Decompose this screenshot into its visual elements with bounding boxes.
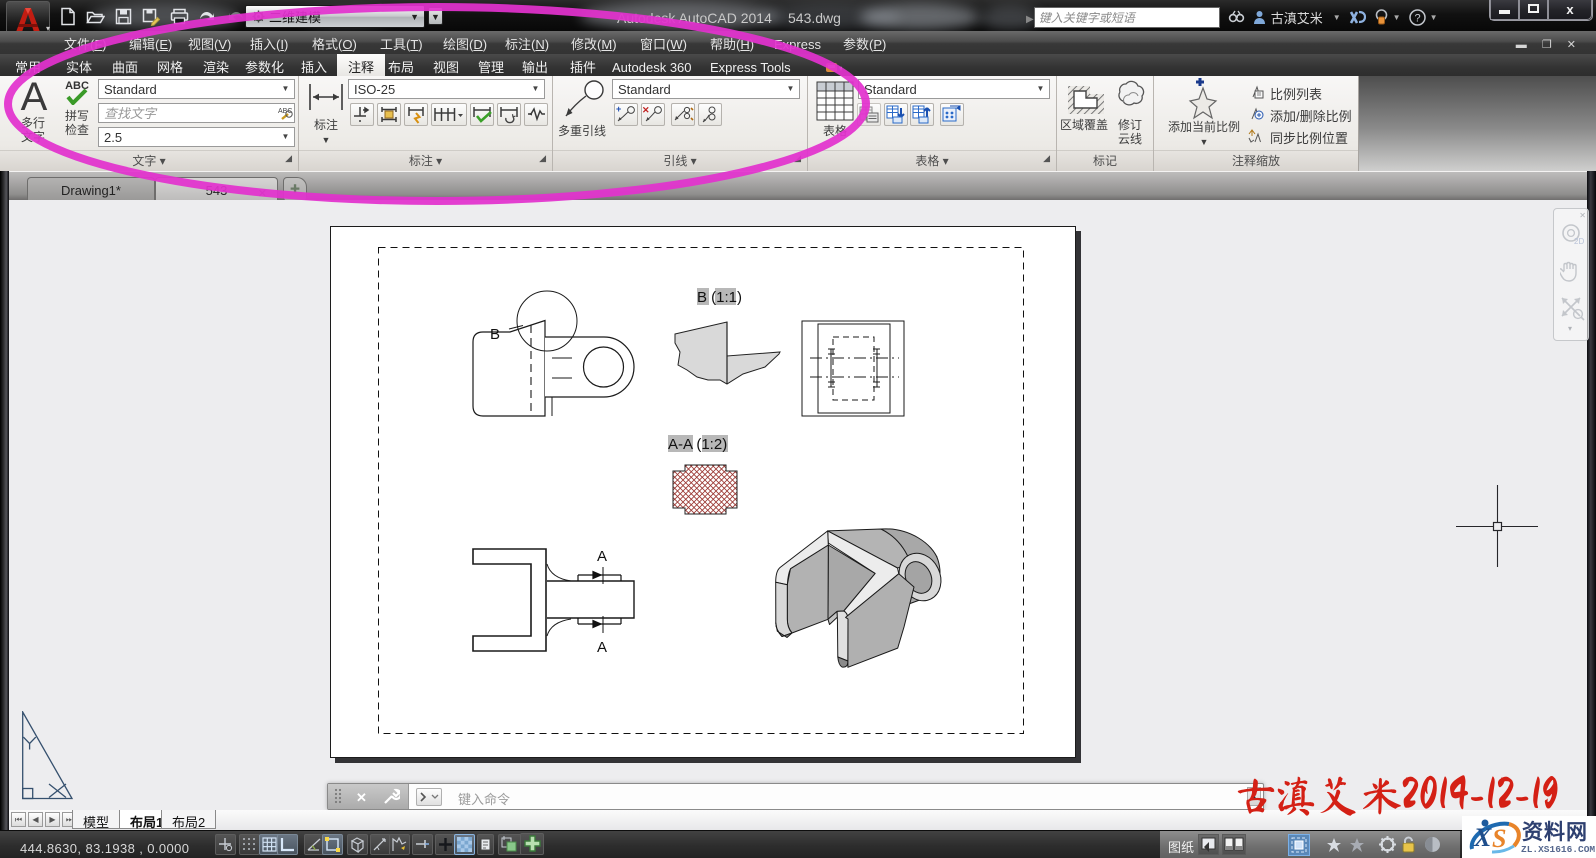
svg-text:A-A (1:2): A-A (1:2) xyxy=(668,436,727,453)
svg-text:A: A xyxy=(597,548,607,565)
svg-text:2D: 2D xyxy=(1574,236,1584,246)
svg-text:✕: ✕ xyxy=(642,104,650,116)
svg-text:+: + xyxy=(616,104,621,115)
svg-text:▾: ▾ xyxy=(839,63,842,74)
svg-text:ZL.XS1616.COM: ZL.XS1616.COM xyxy=(1521,844,1595,855)
svg-text:B (1:1): B (1:1) xyxy=(697,289,742,306)
svg-text:B: B xyxy=(490,326,500,343)
svg-text:资料网: 资料网 xyxy=(1522,816,1588,846)
svg-text:A: A xyxy=(597,639,607,656)
svg-text:X: X xyxy=(1473,823,1492,852)
svg-text:S: S xyxy=(1492,824,1506,853)
svg-text:?: ? xyxy=(1414,12,1420,24)
